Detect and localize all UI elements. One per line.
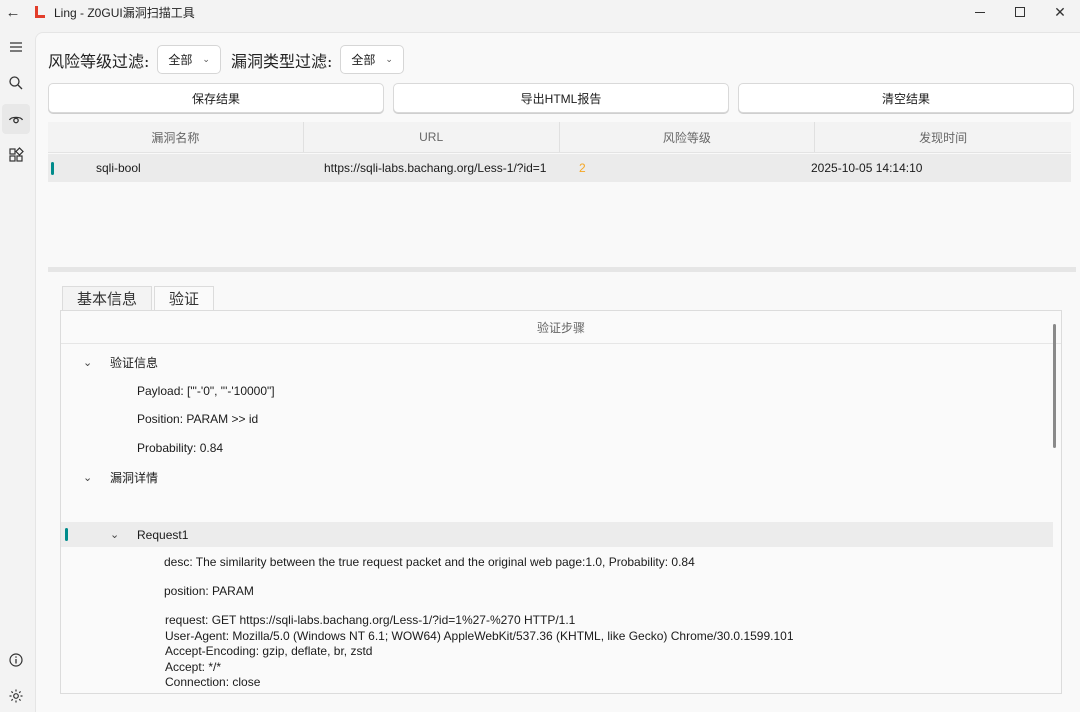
chevron-down-icon: ⌄	[202, 54, 210, 64]
risk-filter-select[interactable]: 全部 ⌄	[157, 45, 221, 74]
chevron-down-icon[interactable]: ⌄	[110, 528, 124, 541]
nav-search-button[interactable]	[2, 68, 30, 98]
type-filter-select[interactable]: 全部 ⌄	[340, 45, 404, 74]
tree-item-position[interactable]: Position: PARAM >> id	[61, 409, 1053, 429]
tree-node-vuln-detail[interactable]: ⌄ 漏洞详情	[61, 467, 1053, 487]
window-controls: ✕	[960, 0, 1080, 24]
window-title: Ling - Z0GUI漏洞扫描工具	[54, 5, 195, 20]
close-icon[interactable]: ✕	[1040, 0, 1080, 24]
chevron-down-icon: ⌄	[385, 54, 393, 64]
type-filter-label: 漏洞类型过滤:	[230, 51, 333, 71]
tree-item-payload[interactable]: Payload: ["'-'0", "'-'10000"]	[61, 381, 1053, 401]
nav-plugins-button[interactable]	[2, 140, 30, 170]
payload-text: Payload: ["'-'0", "'-'10000"]	[137, 384, 275, 398]
title-bar: ← Ling - Z0GUI漏洞扫描工具 ✕	[0, 0, 1080, 24]
tab-basic-info[interactable]: 基本信息	[62, 286, 153, 310]
desc-text: desc: The similarity between the true re…	[164, 555, 695, 569]
cell-time: 2025-10-05 14:14:10	[811, 161, 923, 175]
nav-results-button[interactable]	[2, 104, 30, 134]
req-position-text: position: PARAM	[164, 584, 254, 598]
selection-indicator	[65, 528, 68, 541]
app-logo	[34, 5, 46, 19]
sidebar-nav	[0, 28, 32, 712]
risk-filter-label: 风险等级过滤:	[48, 51, 150, 71]
tree-node-verify-info[interactable]: ⌄ 验证信息	[61, 352, 1053, 372]
nav-about-button[interactable]	[2, 645, 30, 675]
nav-settings-button[interactable]	[2, 681, 30, 711]
type-filter-value: 全部	[351, 53, 376, 67]
action-buttons: 保存结果 导出HTML报告 清空结果	[48, 83, 1074, 113]
info-icon	[9, 653, 23, 667]
nav-menu-button[interactable]	[2, 32, 30, 62]
column-header-risk[interactable]: 风险等级	[560, 122, 816, 152]
table-row[interactable]: sqli-bool https://sqli-labs.bachang.org/…	[48, 154, 1071, 182]
save-results-button[interactable]: 保存结果	[48, 83, 384, 113]
tree-item-probability[interactable]: Probability: 0.84	[61, 438, 1053, 458]
tree-item-desc[interactable]: desc: The similarity between the true re…	[61, 551, 1053, 573]
cell-risk: 2	[579, 161, 586, 175]
position-text: Position: PARAM >> id	[137, 412, 259, 426]
detail-tabs: 基本信息 验证	[62, 286, 215, 310]
table-header: 漏洞名称 URL 风险等级 发现时间	[48, 122, 1071, 153]
panel-splitter[interactable]	[48, 267, 1076, 272]
tab-verify[interactable]: 验证	[154, 286, 215, 310]
chevron-down-icon[interactable]: ⌄	[83, 356, 97, 369]
chevron-down-icon[interactable]: ⌄	[83, 471, 97, 484]
filter-row: 风险等级过滤: 全部 ⌄ 漏洞类型过滤: 全部 ⌄	[48, 45, 414, 74]
tree-node-label: Request1	[137, 527, 189, 542]
maximize-icon[interactable]	[1000, 0, 1040, 24]
results-table: 漏洞名称 URL 风险等级 发现时间 sqli-bool https://sql…	[48, 122, 1071, 268]
tree-item-req-position[interactable]: position: PARAM	[61, 580, 1053, 602]
verify-panel: 验证步骤 ⌄ 验证信息 Payload: ["'-'0", "'-'10000"…	[60, 310, 1062, 694]
request-text: request: GET https://sqli-labs.bachang.o…	[165, 613, 794, 693]
tree-node-label: 漏洞详情	[110, 470, 159, 485]
probability-text: Probability: 0.84	[137, 441, 224, 455]
tree-node-label: 验证信息	[110, 355, 159, 370]
search-icon	[9, 76, 23, 90]
main-content: 风险等级过滤: 全部 ⌄ 漏洞类型过滤: 全部 ⌄ 保存结果 导出HTML报告 …	[35, 32, 1080, 712]
clear-results-button[interactable]: 清空结果	[738, 83, 1074, 113]
cell-name: sqli-bool	[96, 161, 141, 175]
gear-icon	[9, 689, 23, 703]
hamburger-menu-icon	[10, 42, 22, 52]
arrow-left-icon[interactable]: ←	[0, 0, 26, 24]
eye-icon	[8, 116, 24, 124]
cell-url: https://sqli-labs.bachang.org/Less-1/?id…	[324, 161, 547, 175]
verify-steps-header: 验证步骤	[61, 311, 1061, 344]
minimize-icon[interactable]	[960, 0, 1000, 24]
selection-indicator	[51, 162, 54, 175]
apps-grid-icon	[9, 147, 24, 162]
column-header-url[interactable]: URL	[304, 122, 560, 152]
column-header-name[interactable]: 漏洞名称	[48, 122, 304, 152]
risk-filter-value: 全部	[168, 53, 193, 67]
tree-node-request1[interactable]: ⌄ Request1	[61, 522, 1053, 547]
vertical-scrollbar[interactable]	[1053, 324, 1056, 448]
export-html-button[interactable]: 导出HTML报告	[393, 83, 729, 113]
column-header-time[interactable]: 发现时间	[815, 122, 1071, 152]
